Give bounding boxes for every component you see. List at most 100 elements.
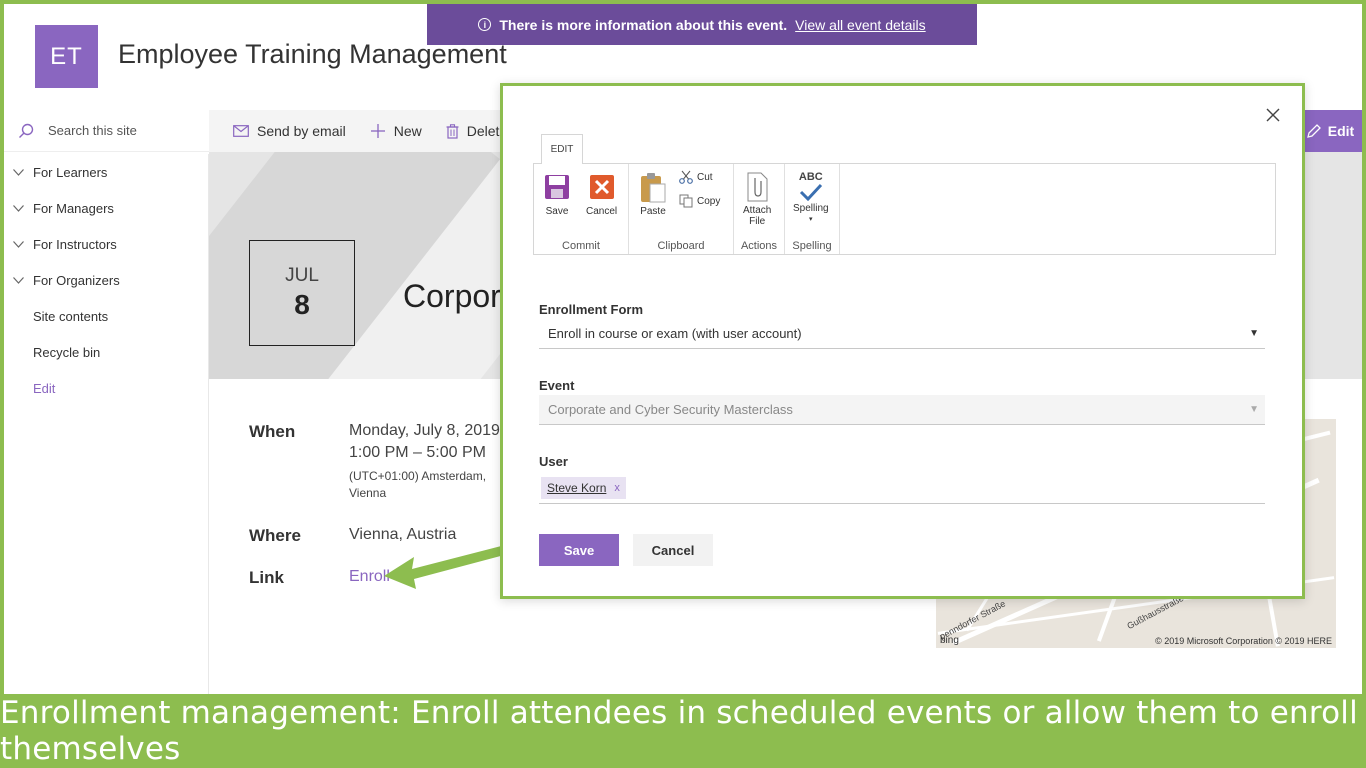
ribbon-cancel-label: Cancel xyxy=(586,206,618,217)
ribbon-group-actions: Attach File Actions xyxy=(734,164,785,254)
chevron-down-icon[interactable] xyxy=(4,204,33,212)
view-event-details-link[interactable]: View all event details xyxy=(795,17,925,33)
event-title: Corpor xyxy=(403,278,501,314)
chevron-down-icon[interactable] xyxy=(4,168,33,176)
nav-item-for-instructors[interactable]: For Instructors xyxy=(4,226,208,262)
edit-page-label: Edit xyxy=(1327,123,1355,139)
nav-item-for-learners[interactable]: For Learners xyxy=(4,154,208,190)
ribbon-tab-edit[interactable]: EDIT xyxy=(541,134,583,164)
ribbon-save-button[interactable]: Save xyxy=(544,174,570,217)
ribbon-copy-button[interactable]: Copy xyxy=(679,194,720,208)
group-label-actions: Actions xyxy=(740,240,778,252)
nav-label: Site contents xyxy=(33,308,109,324)
nav-label: For Organizers xyxy=(33,272,120,288)
scissors-icon xyxy=(679,170,693,184)
slide-caption: Enrollment management: Enroll attendees … xyxy=(0,695,1358,767)
user-label: User xyxy=(539,454,568,469)
new-button[interactable]: New xyxy=(370,123,422,139)
nav-item-edit[interactable]: Edit xyxy=(4,370,208,406)
event-value: Corporate and Cyber Security Masterclass xyxy=(548,402,793,417)
remove-user-icon[interactable]: x xyxy=(614,482,620,494)
close-icon[interactable] xyxy=(1264,106,1282,124)
when-timezone-line2: Vienna xyxy=(349,486,387,500)
event-day: 8 xyxy=(294,289,310,320)
when-time: 1:00 PM – 5:00 PM xyxy=(349,444,486,461)
group-label-commit: Commit xyxy=(562,240,600,252)
user-picker-input[interactable]: Steve Korn x xyxy=(539,472,1265,504)
user-chip-name[interactable]: Steve Korn xyxy=(547,481,606,495)
ribbon-cancel-button[interactable]: Cancel xyxy=(586,174,617,217)
dropdown-arrow-icon: ▼ xyxy=(1249,404,1259,415)
site-logo[interactable]: ET xyxy=(35,25,98,88)
chevron-down-icon[interactable] xyxy=(4,276,33,284)
cancel-icon xyxy=(589,175,614,199)
ribbon-group-commit: Save Cancel Commit xyxy=(534,164,629,254)
nav-label: Recycle bin xyxy=(33,344,101,360)
ribbon-spelling-label: Spelling xyxy=(793,203,829,214)
enrollment-form-value: Enroll in course or exam (with user acco… xyxy=(548,326,802,341)
link-label: Link xyxy=(249,568,284,587)
nav-item-for-managers[interactable]: For Managers xyxy=(4,190,208,226)
nav-label: Edit xyxy=(33,380,56,396)
nav-item-site-contents[interactable]: Site contents xyxy=(4,298,208,334)
ribbon-paste-button[interactable]: Paste xyxy=(639,172,667,217)
group-label-clipboard: Clipboard xyxy=(657,240,705,252)
callout-arrow xyxy=(384,544,512,589)
enrollment-form-select[interactable]: Enroll in course or exam (with user acco… xyxy=(539,319,1265,349)
search-placeholder: Search this site xyxy=(48,123,137,138)
plus-icon xyxy=(370,124,385,138)
cancel-button[interactable]: Cancel xyxy=(633,534,713,566)
when-date: Monday, July 8, 2019 xyxy=(349,422,500,439)
banner-text: There is more information about this eve… xyxy=(499,16,788,33)
ribbon-group-clipboard: Paste Cut Copy Clipboard xyxy=(629,164,734,254)
edit-page-button[interactable]: Edit xyxy=(1298,110,1362,152)
bing-logo: bing xyxy=(940,635,959,646)
ribbon-file-label: File xyxy=(749,216,766,227)
event-date-box: JUL 8 xyxy=(249,240,355,346)
ribbon: Save Cancel Commit Paste Cut Copy Clipbo… xyxy=(533,163,1276,255)
left-navigation: For Learners For Managers For Instructor… xyxy=(4,154,209,694)
ribbon-save-label: Save xyxy=(545,206,569,217)
trash-icon xyxy=(446,123,459,139)
save-button[interactable]: Save xyxy=(539,534,619,566)
send-email-button[interactable]: Send by email xyxy=(233,123,346,139)
enrollment-dialog: EDIT Save Cancel Commit Paste Cut Copy C… xyxy=(500,83,1305,599)
save-icon xyxy=(545,175,569,199)
event-select: Corporate and Cyber Security Masterclass… xyxy=(539,395,1265,425)
copy-icon xyxy=(679,194,693,208)
abc-icon-text: ABC xyxy=(798,171,823,183)
info-banner: i There is more information about this e… xyxy=(427,4,977,45)
ribbon-attach-file-button[interactable]: Attach File xyxy=(743,172,771,227)
delete-button[interactable]: Delete xyxy=(446,123,507,139)
paste-icon xyxy=(641,173,666,203)
ribbon-cut-button[interactable]: Cut xyxy=(679,170,713,184)
search-input[interactable]: Search this site xyxy=(4,110,209,152)
event-label: Event xyxy=(539,378,575,393)
map-copyright: © 2019 Microsoft Corporation © 2019 HERE xyxy=(1155,636,1332,646)
enrollment-form-label: Enrollment Form xyxy=(539,302,644,317)
ribbon-copy-label: Copy xyxy=(697,195,721,207)
nav-label: For Instructors xyxy=(33,236,117,252)
event-month: JUL xyxy=(285,265,319,286)
attach-file-icon xyxy=(747,172,768,202)
page-canvas: i There is more information about this e… xyxy=(4,4,1362,694)
info-icon: i xyxy=(478,18,492,31)
where-label: Where xyxy=(249,526,301,545)
ribbon-group-spelling: ABC Spelling ▾ Spelling xyxy=(785,164,840,254)
group-label-spelling: Spelling xyxy=(792,240,832,252)
checkmark-icon xyxy=(799,183,822,201)
nav-label: For Learners xyxy=(33,164,108,180)
chevron-down-icon[interactable] xyxy=(4,240,33,248)
mail-icon xyxy=(233,125,249,137)
search-icon xyxy=(19,123,34,138)
nav-item-for-organizers[interactable]: For Organizers xyxy=(4,262,208,298)
send-email-label: Send by email xyxy=(257,123,346,139)
ribbon-attach-label: Attach xyxy=(743,205,772,216)
nav-item-recycle-bin[interactable]: Recycle bin xyxy=(4,334,208,370)
ribbon-spelling-button[interactable]: ABC Spelling ▾ xyxy=(793,172,829,225)
when-timezone-line1: (UTC+01:00) Amsterdam, xyxy=(349,469,487,483)
dropdown-arrow-icon: ▼ xyxy=(1249,328,1259,339)
when-label: When xyxy=(249,422,296,441)
new-label: New xyxy=(393,123,422,139)
user-chip[interactable]: Steve Korn x xyxy=(541,476,626,499)
